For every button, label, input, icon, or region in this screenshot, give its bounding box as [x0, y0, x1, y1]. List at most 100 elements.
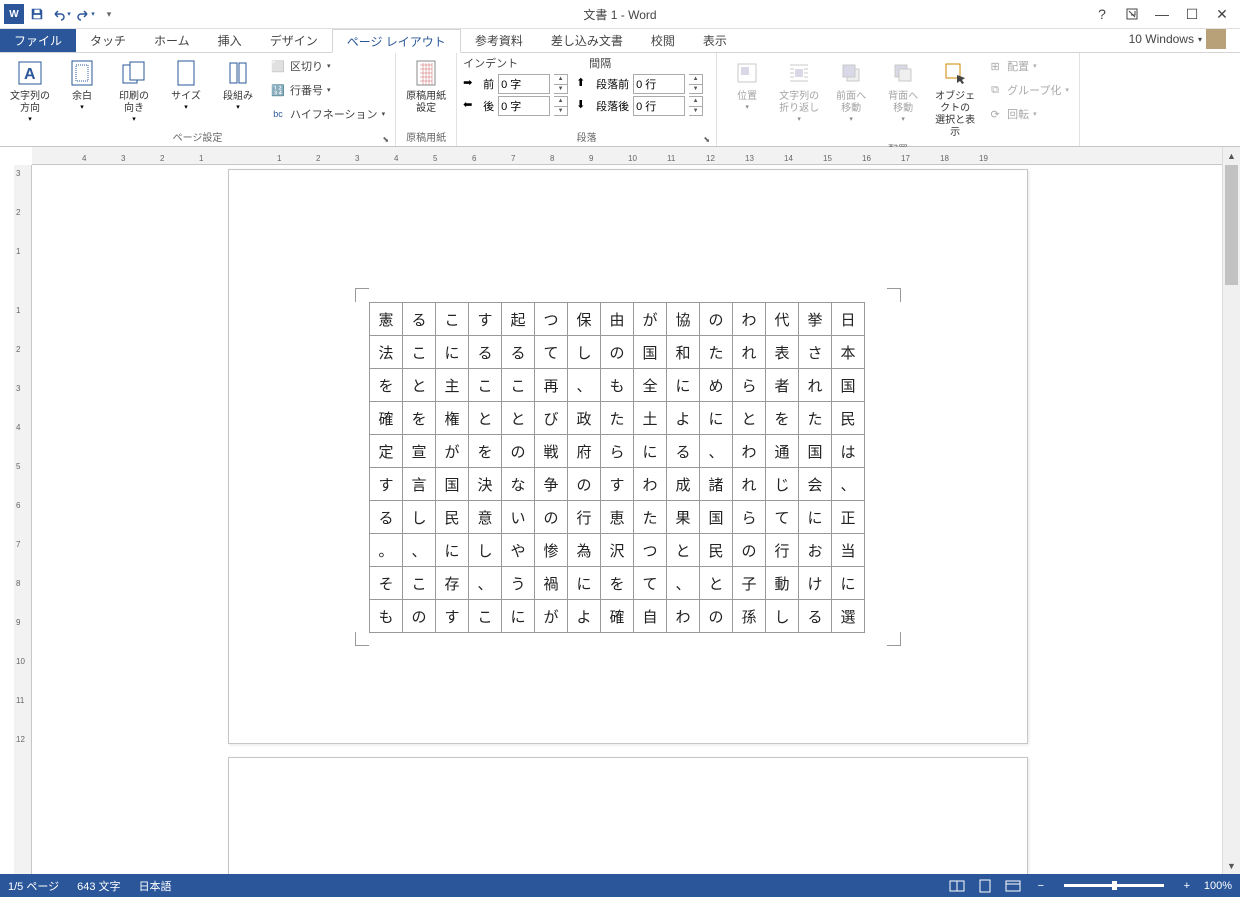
genkou-cell[interactable]: の	[733, 534, 766, 567]
genkou-cell[interactable]: 全	[634, 369, 667, 402]
genkou-cell[interactable]: こ	[469, 369, 502, 402]
genkou-cell[interactable]: 当	[832, 534, 865, 567]
tab-mailings[interactable]: 差し込み文書	[537, 29, 637, 52]
genkou-cell[interactable]: 主	[436, 369, 469, 402]
genkou-cell[interactable]: る	[469, 336, 502, 369]
user-account[interactable]: 10 Windows ▾	[1129, 29, 1226, 49]
genkou-cell[interactable]: 決	[469, 468, 502, 501]
genkou-cell[interactable]: 意	[469, 501, 502, 534]
tab-insert[interactable]: 挿入	[204, 29, 256, 52]
paragraph-dialog-launcher[interactable]: ⬊	[703, 135, 710, 144]
genkou-cell[interactable]: 恵	[601, 501, 634, 534]
genkou-cell[interactable]: に	[700, 402, 733, 435]
indent-left-spinner[interactable]: ▲▼	[554, 74, 568, 94]
genkou-cell[interactable]: が	[436, 435, 469, 468]
genkou-cell[interactable]: も	[601, 369, 634, 402]
genkou-cell[interactable]: 国	[700, 501, 733, 534]
genkou-cell[interactable]: 権	[436, 402, 469, 435]
genkou-cell[interactable]: の	[601, 336, 634, 369]
genkou-cell[interactable]: 行	[568, 501, 601, 534]
genkou-cell[interactable]: に	[832, 567, 865, 600]
genkou-cell[interactable]: 、	[403, 534, 436, 567]
group-button[interactable]: ⧉グループ化▾	[983, 79, 1073, 101]
space-before-input[interactable]	[633, 74, 685, 94]
genkou-cell[interactable]: 選	[832, 600, 865, 633]
genkou-cell[interactable]: て	[535, 336, 568, 369]
space-after-spinner[interactable]: ▲▼	[689, 96, 703, 116]
orientation-button[interactable]: 印刷の 向き ▾	[110, 55, 158, 123]
genkou-cell[interactable]: 、	[700, 435, 733, 468]
redo-button[interactable]: ▾	[74, 3, 96, 25]
genkou-cell[interactable]: 民	[832, 402, 865, 435]
page-setup-dialog-launcher[interactable]: ⬊	[382, 135, 389, 144]
genkou-cell[interactable]: 国	[634, 336, 667, 369]
genkou-cell[interactable]: の	[535, 501, 568, 534]
genkou-cell[interactable]: す	[469, 303, 502, 336]
genkou-cell[interactable]: 代	[766, 303, 799, 336]
maximize-button[interactable]: ☐	[1178, 3, 1206, 25]
genkou-cell[interactable]: に	[436, 336, 469, 369]
genkou-cell[interactable]: う	[502, 567, 535, 600]
help-button[interactable]: ?	[1088, 3, 1116, 25]
genkou-cell[interactable]: た	[700, 336, 733, 369]
genkou-cell[interactable]: 成	[667, 468, 700, 501]
genkou-cell[interactable]: 確	[601, 600, 634, 633]
genkou-cell[interactable]: さ	[799, 336, 832, 369]
genkou-cell[interactable]: れ	[799, 369, 832, 402]
genkou-cell[interactable]: 行	[766, 534, 799, 567]
genkou-cell[interactable]: こ	[469, 600, 502, 633]
genkou-cell[interactable]: 諸	[700, 468, 733, 501]
genkou-cell[interactable]: こ	[436, 303, 469, 336]
genkou-cell[interactable]: れ	[733, 336, 766, 369]
genkou-cell[interactable]: 国	[436, 468, 469, 501]
indent-left-input[interactable]	[498, 74, 550, 94]
genkou-cell[interactable]: こ	[403, 567, 436, 600]
genkou-cell[interactable]: と	[667, 534, 700, 567]
genkou-cell[interactable]: な	[502, 468, 535, 501]
genkou-cell[interactable]: 挙	[799, 303, 832, 336]
genkou-cell[interactable]: 協	[667, 303, 700, 336]
indent-right-input[interactable]	[498, 96, 550, 116]
genkou-cell[interactable]: 憲	[370, 303, 403, 336]
genkou-cell[interactable]: 土	[634, 402, 667, 435]
zoom-out-button[interactable]: −	[1030, 877, 1052, 895]
columns-button[interactable]: 段組み ▾	[214, 55, 262, 111]
genkou-cell[interactable]: 、	[469, 567, 502, 600]
genkou-cell[interactable]: す	[436, 600, 469, 633]
genkou-cell[interactable]: 言	[403, 468, 436, 501]
genkou-cell[interactable]: 表	[766, 336, 799, 369]
genkou-cell[interactable]: た	[634, 501, 667, 534]
genkou-cell[interactable]: を	[766, 402, 799, 435]
genkou-cell[interactable]: こ	[403, 336, 436, 369]
genkou-cell[interactable]: し	[568, 336, 601, 369]
zoom-slider-thumb[interactable]	[1112, 881, 1117, 890]
margins-button[interactable]: 余白 ▾	[58, 55, 106, 111]
save-button[interactable]	[26, 3, 48, 25]
genkou-cell[interactable]: 惨	[535, 534, 568, 567]
genkou-cell[interactable]: に	[502, 600, 535, 633]
genkou-cell[interactable]: は	[832, 435, 865, 468]
tab-file[interactable]: ファイル	[0, 29, 76, 52]
genkou-cell[interactable]: 保	[568, 303, 601, 336]
genkou-cell[interactable]: わ	[733, 435, 766, 468]
genkou-cell[interactable]: 動	[766, 567, 799, 600]
genkou-cell[interactable]: 府	[568, 435, 601, 468]
print-layout-button[interactable]	[974, 877, 996, 895]
genkou-cell[interactable]: が	[535, 600, 568, 633]
undo-button[interactable]: ▾	[50, 3, 72, 25]
page-indicator[interactable]: 1/5 ページ	[8, 878, 59, 894]
genkou-cell[interactable]: 確	[370, 402, 403, 435]
zoom-in-button[interactable]: +	[1176, 877, 1198, 895]
genkou-cell[interactable]: の	[502, 435, 535, 468]
word-count[interactable]: 643 文字	[77, 878, 120, 894]
genkou-cell[interactable]: や	[502, 534, 535, 567]
horizontal-ruler[interactable]: 432112345678910111213141516171819	[32, 147, 1222, 165]
genkou-cell[interactable]: 国	[799, 435, 832, 468]
genkou-cell[interactable]: よ	[667, 402, 700, 435]
genkou-cell[interactable]: て	[634, 567, 667, 600]
genkou-cell[interactable]: 孫	[733, 600, 766, 633]
genkou-cell[interactable]: る	[403, 303, 436, 336]
position-button[interactable]: 位置▾	[723, 55, 771, 111]
genkou-cell[interactable]: 為	[568, 534, 601, 567]
tab-view[interactable]: 表示	[689, 29, 741, 52]
